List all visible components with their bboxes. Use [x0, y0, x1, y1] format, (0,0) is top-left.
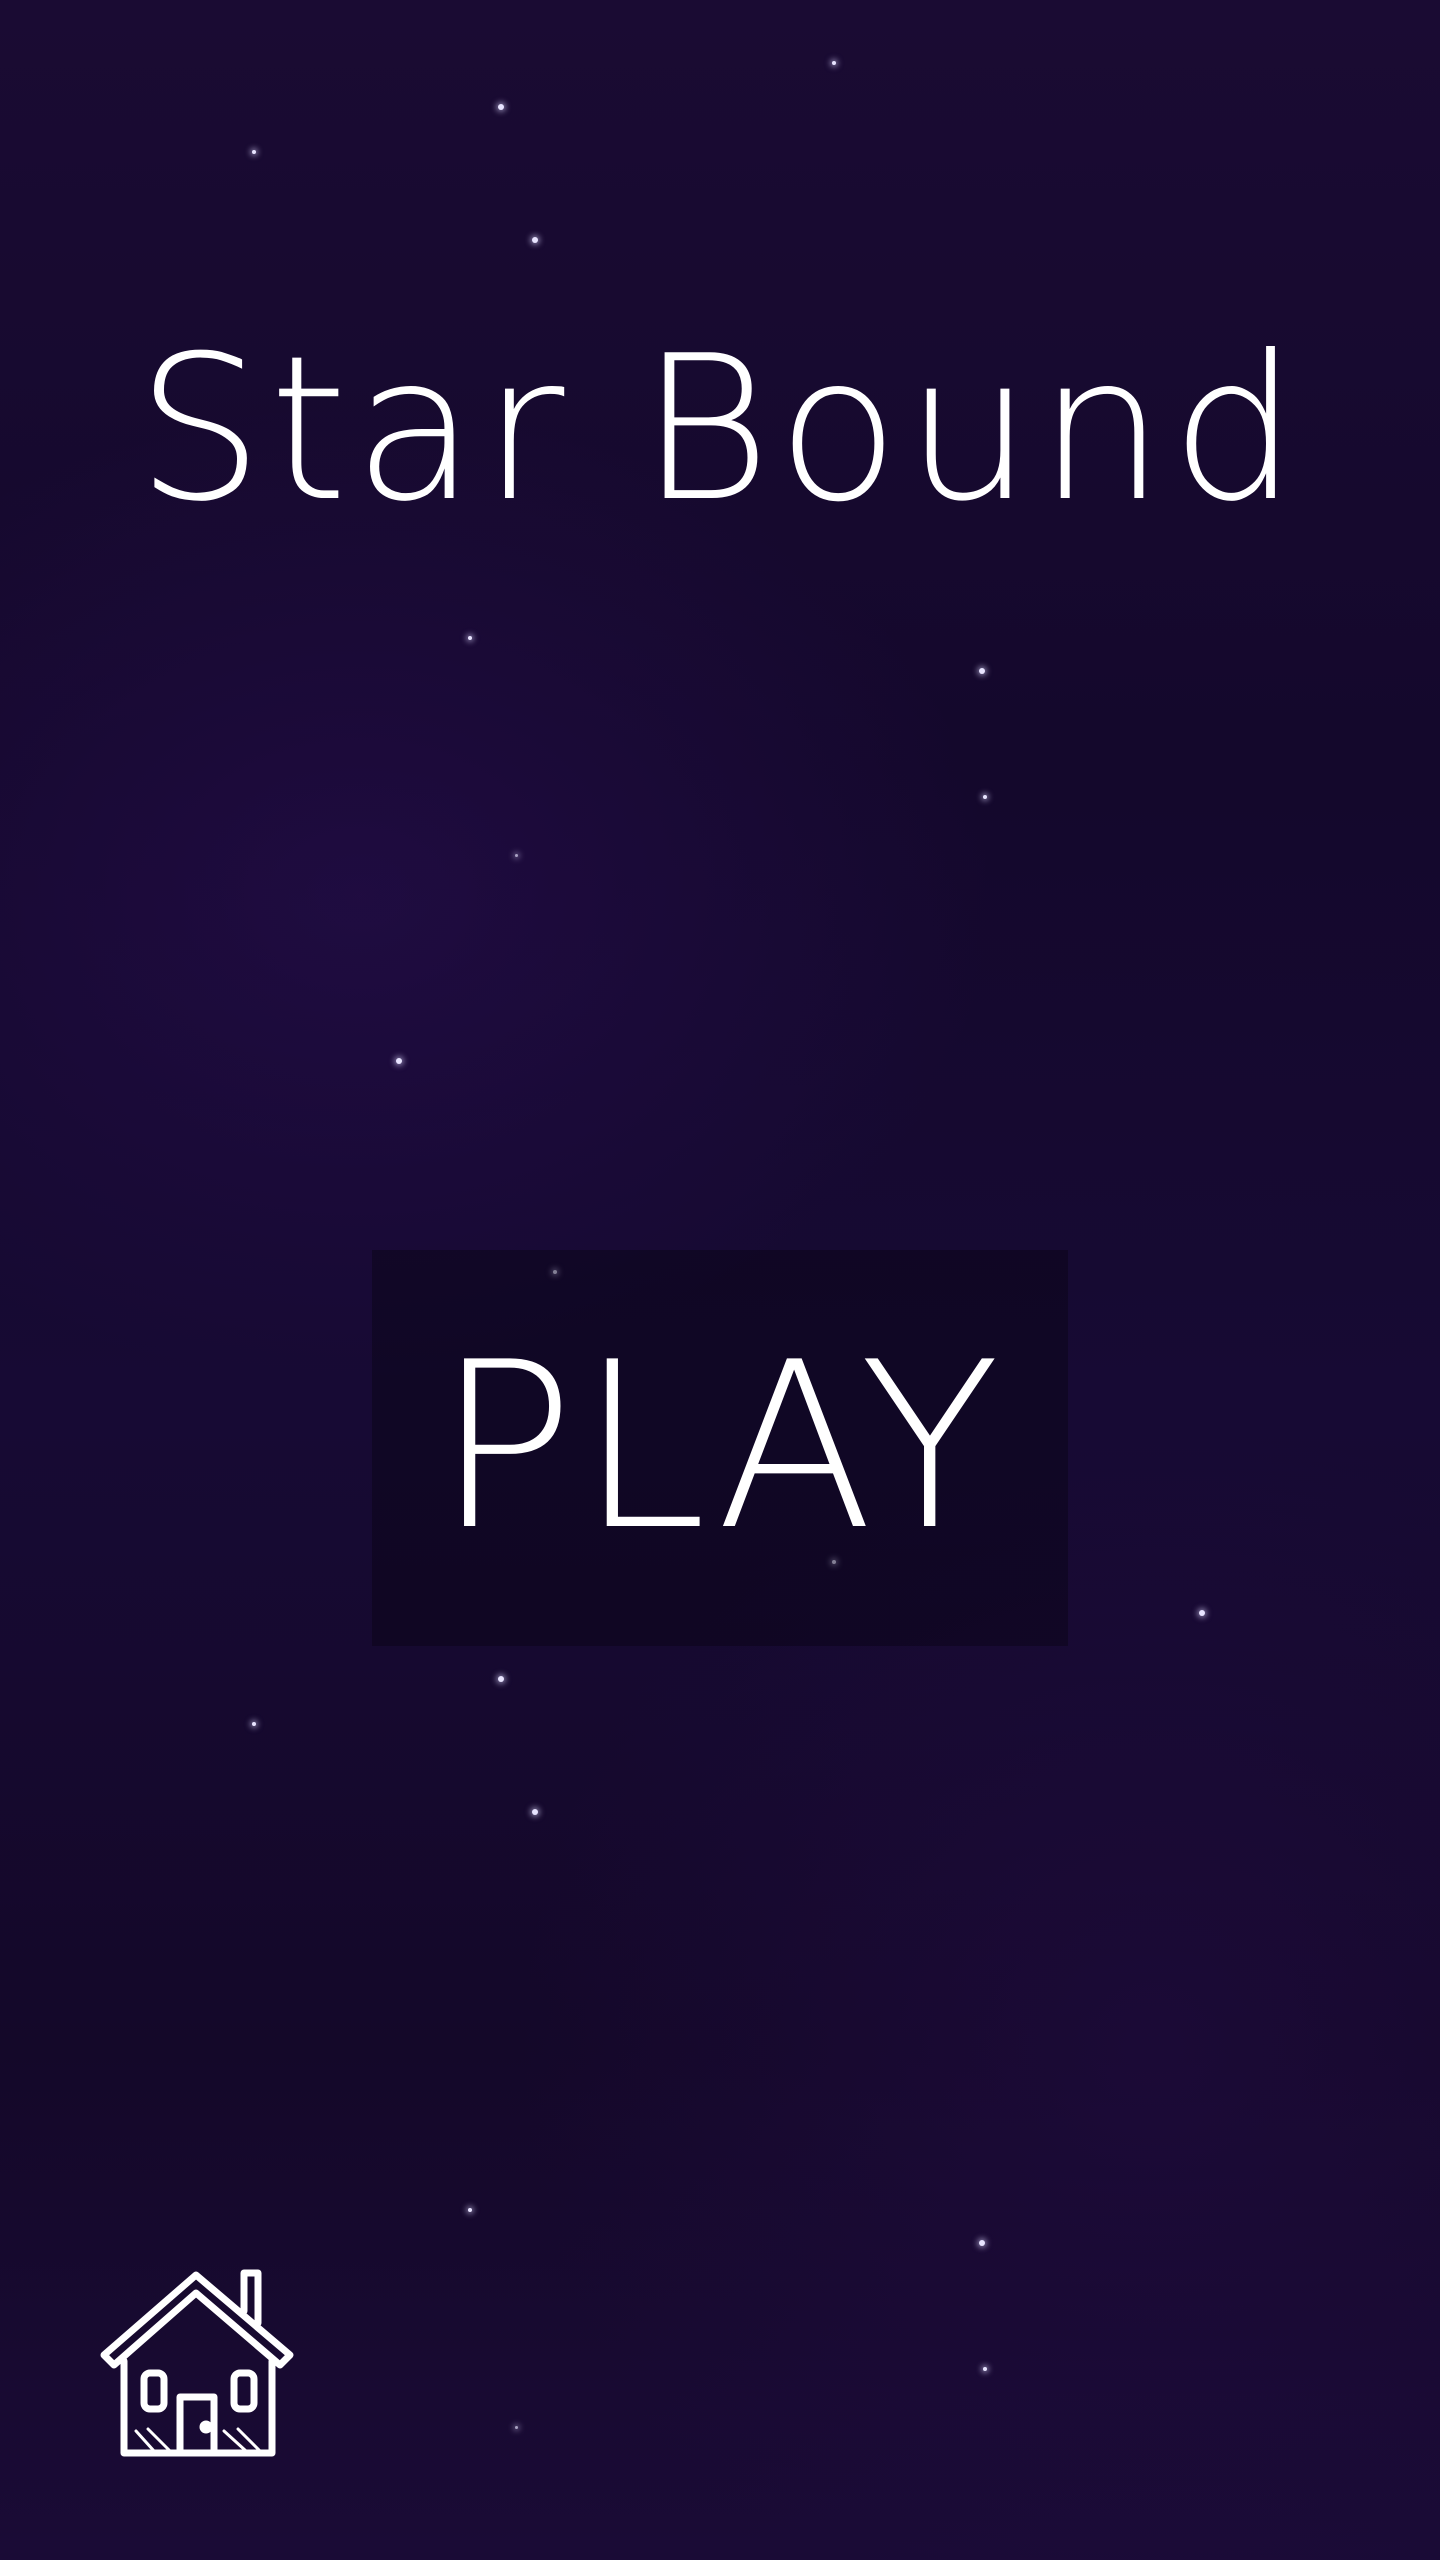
star	[498, 1676, 504, 1682]
star	[979, 2240, 985, 2246]
game-title: Star Bound	[136, 313, 1304, 546]
star	[983, 795, 987, 799]
star	[468, 636, 472, 640]
star	[468, 2208, 472, 2212]
star	[396, 1058, 402, 1064]
star	[1199, 1610, 1205, 1616]
star	[979, 668, 985, 674]
star	[532, 237, 538, 243]
star	[983, 2367, 987, 2371]
star	[498, 104, 504, 110]
star	[515, 2426, 518, 2429]
star	[515, 854, 518, 857]
play-button-label: PLAY	[435, 1314, 1005, 1581]
home-button[interactable]	[96, 2255, 306, 2465]
star	[832, 61, 836, 65]
play-button[interactable]: PLAY	[372, 1250, 1068, 1646]
star	[532, 1809, 538, 1815]
home-icon	[100, 2269, 294, 2457]
star	[252, 150, 256, 154]
star	[252, 1722, 256, 1726]
